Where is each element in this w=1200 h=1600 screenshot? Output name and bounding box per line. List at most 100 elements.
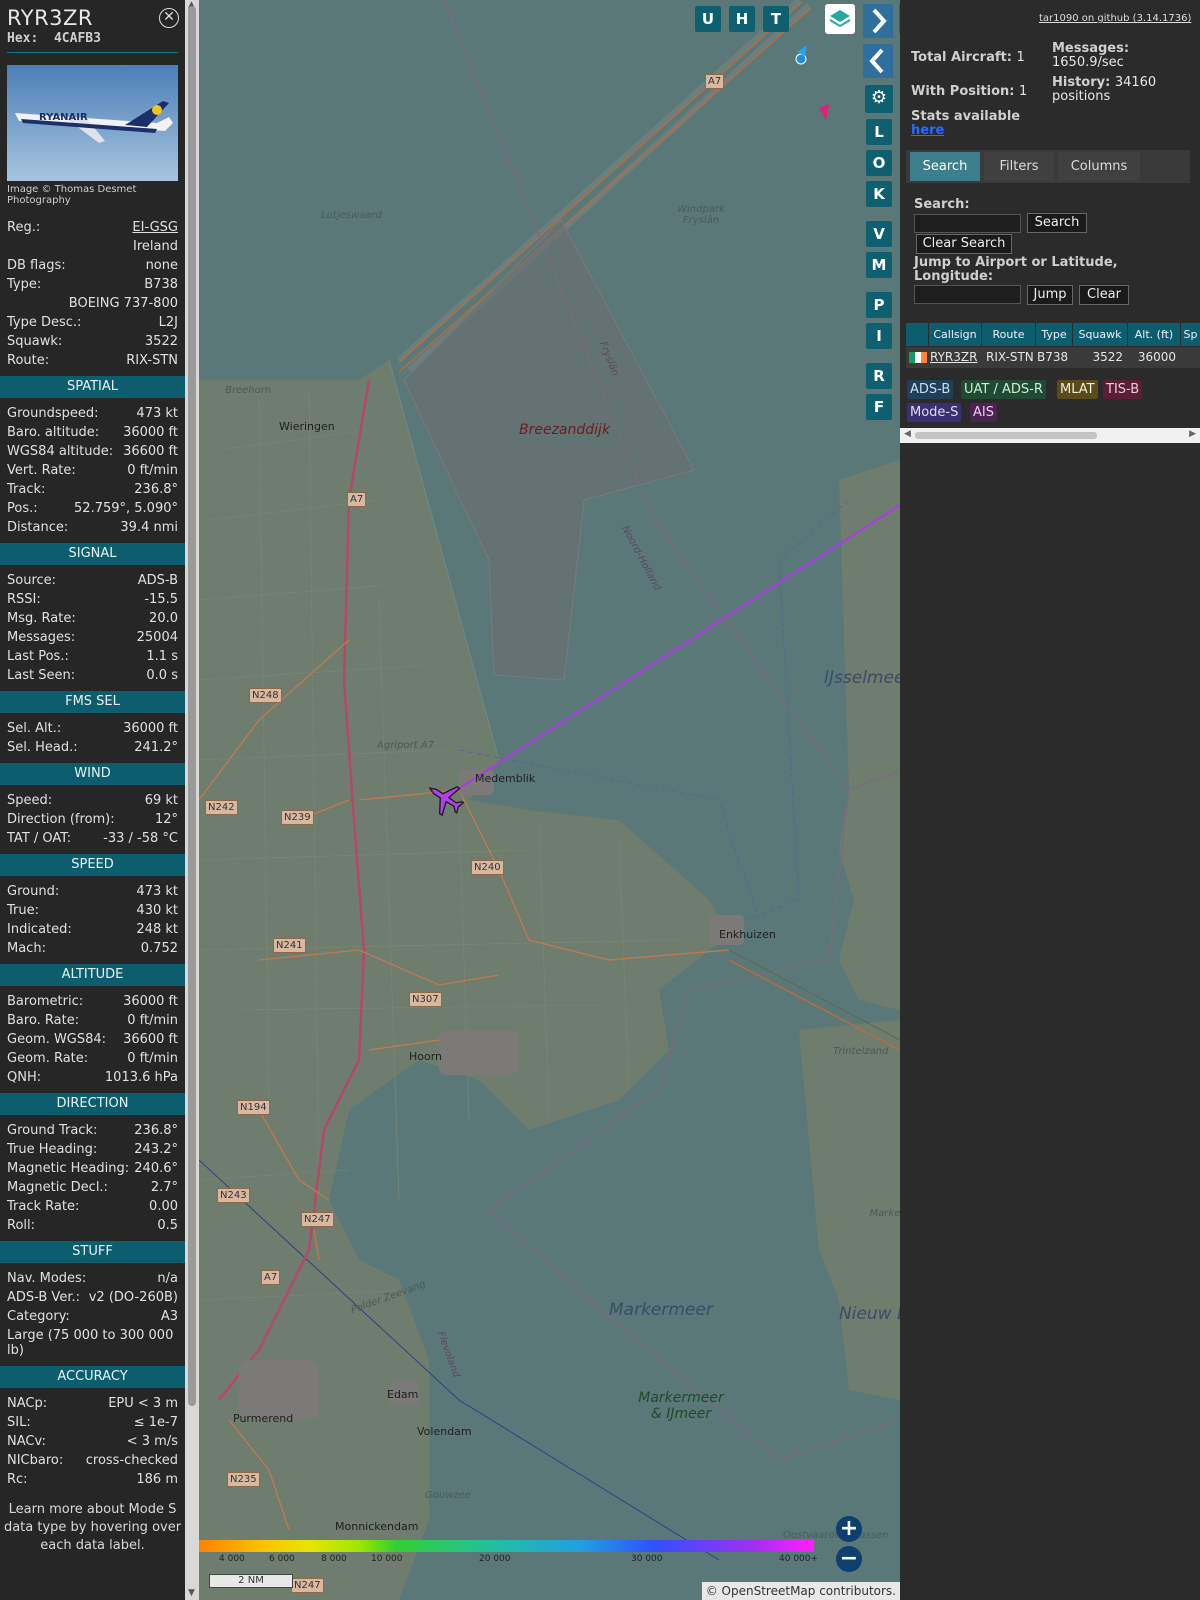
map-button-u[interactable]: U bbox=[695, 6, 721, 32]
field-label[interactable]: QNH: bbox=[7, 1068, 41, 1087]
map-button-h[interactable]: H bbox=[729, 6, 755, 32]
collapse-panel-button[interactable] bbox=[863, 44, 893, 78]
aircraft-photo[interactable]: RYANAIR bbox=[7, 65, 178, 181]
field-label[interactable]: Messages: bbox=[7, 628, 75, 647]
field-label[interactable]: Pos.: bbox=[7, 499, 38, 518]
field-label[interactable]: TAT / OAT: bbox=[7, 829, 71, 848]
field-label[interactable]: Rc: bbox=[7, 1470, 28, 1489]
table-header-type[interactable]: Type bbox=[1036, 323, 1072, 346]
field-label[interactable]: Baro. altitude: bbox=[7, 423, 99, 442]
field-label[interactable]: Barometric: bbox=[7, 992, 83, 1011]
source-tag-tis-b[interactable]: TIS-B bbox=[1103, 380, 1143, 399]
field-label[interactable]: Category: bbox=[7, 1307, 70, 1326]
detail-label[interactable]: DB flags: bbox=[7, 256, 66, 275]
tab-columns[interactable]: Columns bbox=[1058, 152, 1140, 181]
field-label[interactable]: Sel. Head.: bbox=[7, 738, 78, 757]
field-label[interactable]: True: bbox=[7, 901, 39, 920]
stats-link[interactable]: here bbox=[911, 123, 944, 138]
table-horizontal-scrollbar[interactable]: ◀ ▶ bbox=[900, 428, 1200, 443]
jump-input[interactable] bbox=[914, 285, 1021, 304]
clear-button[interactable]: Clear bbox=[1079, 285, 1129, 305]
close-icon[interactable]: ✕ bbox=[159, 8, 179, 28]
field-label[interactable]: Vert. Rate: bbox=[7, 461, 76, 480]
map-button-r[interactable]: R bbox=[866, 363, 892, 389]
layers-button[interactable] bbox=[825, 4, 855, 34]
field-label[interactable]: NACv: bbox=[7, 1432, 46, 1451]
expand-panel-button[interactable] bbox=[863, 4, 893, 38]
field-label[interactable]: Large (75 000 to 300 000 lb) bbox=[7, 1328, 178, 1358]
detail-label[interactable]: Type Desc.: bbox=[7, 313, 81, 332]
tab-filters[interactable]: Filters bbox=[984, 152, 1054, 181]
field-label[interactable]: Roll: bbox=[7, 1216, 35, 1235]
field-label[interactable]: Nav. Modes: bbox=[7, 1269, 86, 1288]
map-button-l[interactable]: L bbox=[866, 119, 892, 145]
field-label[interactable]: True Heading: bbox=[7, 1140, 97, 1159]
field-label[interactable]: Track: bbox=[7, 480, 45, 499]
field-label[interactable]: Indicated: bbox=[7, 920, 72, 939]
field-label[interactable]: Last Pos.: bbox=[7, 647, 69, 666]
search-input[interactable] bbox=[914, 214, 1021, 233]
field-label[interactable]: Direction (from): bbox=[7, 810, 115, 829]
field-label[interactable]: RSSI: bbox=[7, 590, 41, 609]
field-label[interactable]: ADS-B Ver.: bbox=[7, 1288, 80, 1307]
field-label[interactable]: Groundspeed: bbox=[7, 404, 98, 423]
field-label[interactable]: Mach: bbox=[7, 939, 46, 958]
detail-label[interactable]: Reg.: bbox=[7, 218, 40, 237]
table-header-speed[interactable]: Sp bbox=[1181, 323, 1200, 346]
settings-button[interactable]: ⚙ bbox=[865, 85, 893, 113]
field-label[interactable]: Ground Track: bbox=[7, 1121, 97, 1140]
field-label[interactable]: Msg. Rate: bbox=[7, 609, 76, 628]
field-label[interactable]: Speed: bbox=[7, 791, 52, 810]
field-label[interactable]: Track Rate: bbox=[7, 1197, 79, 1216]
field-label[interactable]: Source: bbox=[7, 571, 56, 590]
map-view[interactable]: Lutjeswaard Windpark Fryslân Breezanddijk W… bbox=[199, 0, 900, 1600]
zoom-in-button[interactable]: + bbox=[836, 1516, 862, 1542]
scrollbar-thumb[interactable] bbox=[188, 6, 196, 1406]
github-link[interactable]: tar1090 on github (3.14.1736) bbox=[1039, 13, 1191, 24]
map-button-o[interactable]: O bbox=[866, 150, 892, 176]
source-tag-mlat[interactable]: MLAT bbox=[1057, 380, 1098, 399]
field-value: 236.8° bbox=[134, 1123, 178, 1138]
detail-label[interactable]: Route: bbox=[7, 351, 49, 370]
field-label[interactable]: Magnetic Decl.: bbox=[7, 1178, 108, 1197]
source-tag-mode-s[interactable]: Mode-S bbox=[907, 403, 962, 422]
row-callsign[interactable]: RYR3ZR bbox=[930, 347, 982, 368]
table-header-squawk[interactable]: Squawk bbox=[1073, 323, 1127, 346]
scrollbar-thumb[interactable] bbox=[915, 432, 1097, 439]
detail-value[interactable]: EI-GSG bbox=[132, 218, 178, 237]
source-tag-ais[interactable]: AIS bbox=[970, 403, 997, 422]
source-tag-uat-ads-r[interactable]: UAT / ADS-R bbox=[961, 380, 1046, 399]
table-header-callsign[interactable]: Callsign bbox=[929, 323, 981, 346]
detail-label[interactable]: Type: bbox=[7, 275, 41, 294]
map-button-p[interactable]: P bbox=[866, 292, 892, 318]
tab-search[interactable]: Search bbox=[910, 152, 980, 181]
field-label[interactable]: SIL: bbox=[7, 1413, 31, 1432]
map-button-i[interactable]: I bbox=[866, 323, 892, 349]
map-button-m[interactable]: M bbox=[866, 252, 892, 278]
field-label[interactable]: Ground: bbox=[7, 882, 59, 901]
field-label[interactable]: Distance: bbox=[7, 518, 68, 537]
source-tag-ads-b[interactable]: ADS-B bbox=[907, 380, 954, 399]
map-button-f[interactable]: F bbox=[866, 394, 892, 420]
jump-button[interactable]: Jump bbox=[1027, 285, 1073, 305]
table-header-altitude[interactable]: Alt. (ft) bbox=[1128, 323, 1180, 346]
search-button[interactable]: Search bbox=[1027, 213, 1087, 233]
field-label[interactable]: Geom. Rate: bbox=[7, 1049, 88, 1068]
map-button-v[interactable]: V bbox=[866, 221, 892, 247]
sidebar-scrollbar[interactable]: ▲ ▼ bbox=[185, 0, 199, 1600]
zoom-out-button[interactable]: − bbox=[836, 1546, 862, 1572]
detail-label[interactable]: Squawk: bbox=[7, 332, 62, 351]
field-label[interactable]: Sel. Alt.: bbox=[7, 719, 61, 738]
map-attribution[interactable]: © OpenStreetMap contributors. bbox=[701, 1582, 900, 1600]
field-label[interactable]: Baro. Rate: bbox=[7, 1011, 79, 1030]
field-label[interactable]: Geom. WGS84: bbox=[7, 1030, 106, 1049]
map-button-k[interactable]: K bbox=[866, 181, 892, 207]
clear-search-button[interactable]: Clear Search bbox=[916, 234, 1012, 254]
field-label[interactable]: NACp: bbox=[7, 1394, 47, 1413]
field-label[interactable]: Magnetic Heading: bbox=[7, 1159, 129, 1178]
table-header-route[interactable]: Route bbox=[982, 323, 1035, 346]
field-label[interactable]: Last Seen: bbox=[7, 666, 75, 685]
map-button-t[interactable]: T bbox=[763, 6, 789, 32]
field-label[interactable]: NICbaro: bbox=[7, 1451, 63, 1470]
field-label[interactable]: WGS84 altitude: bbox=[7, 442, 113, 461]
